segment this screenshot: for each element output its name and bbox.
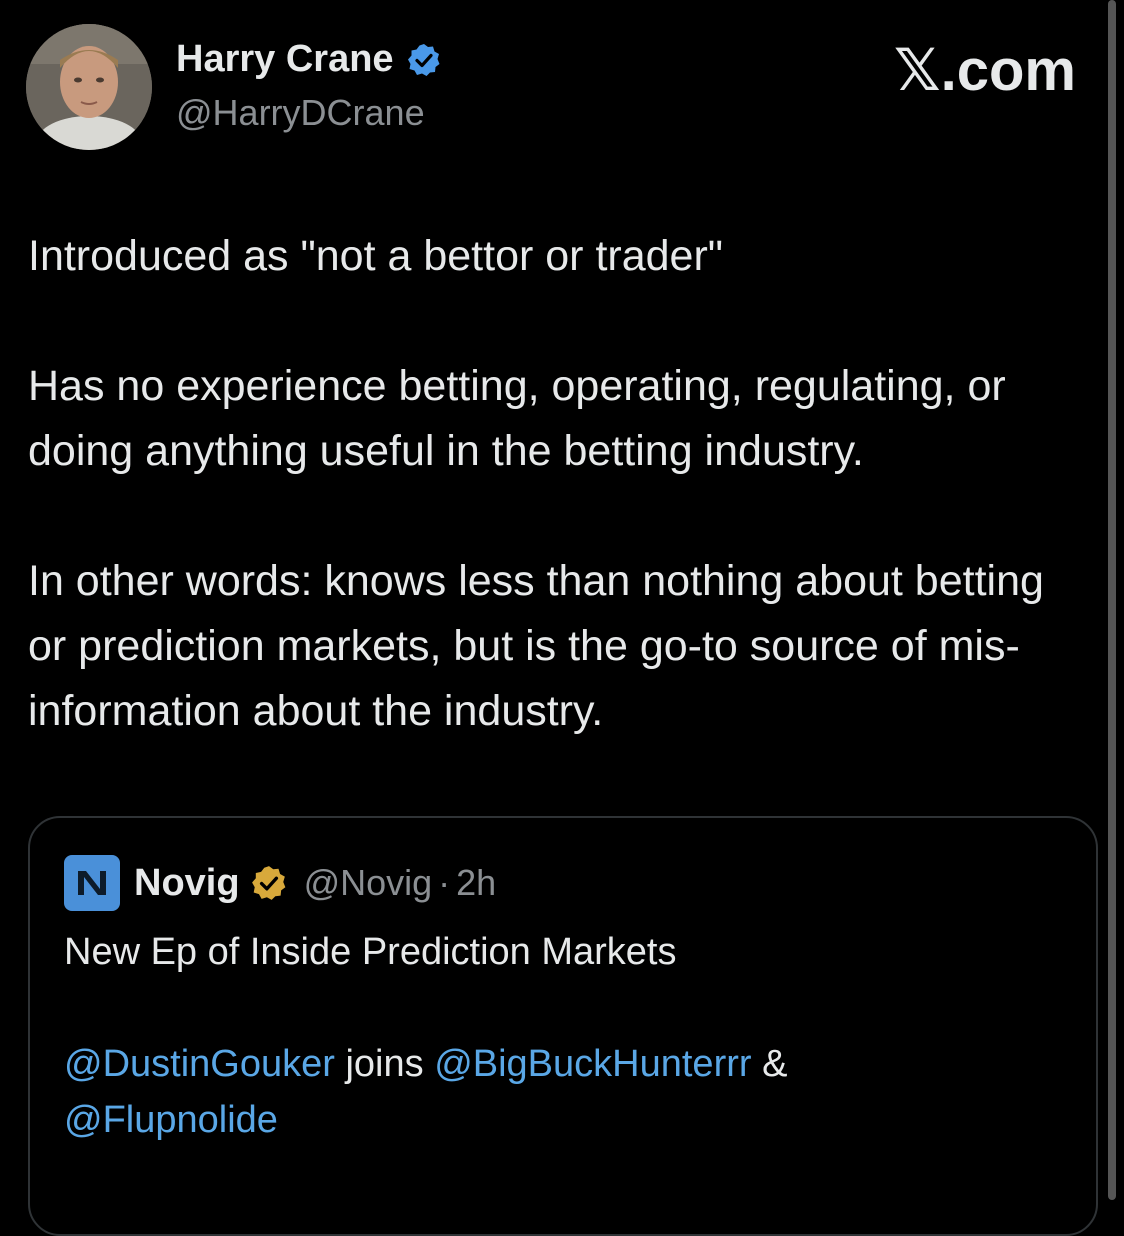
tweet-body: Introduced as "not a bettor or trader" H… [28, 224, 1088, 809]
novig-logo-icon[interactable] [64, 855, 120, 911]
novig-glyph [78, 871, 106, 895]
quoted-tweet-line: New Ep of Inside Prediction Markets [64, 931, 677, 973]
quoted-tweet-time[interactable]: 2h [456, 862, 496, 904]
mention-link[interactable]: @BigBuckHunterrr [434, 1043, 751, 1085]
quoted-tweet-header: Novig @Novig · 2h [64, 855, 496, 911]
gold-verified-badge-icon [251, 866, 285, 900]
quoted-tweet-card[interactable]: Novig @Novig · 2h New Ep of Inside Predi… [28, 816, 1098, 1236]
mention-link[interactable]: @DustinGouker [64, 1043, 335, 1085]
verified-badge-icon [407, 43, 440, 76]
author-name-row: Harry Crane [176, 38, 442, 81]
tweet-paragraph: In other words: knows less than nothing … [28, 557, 1044, 735]
avatar-photo [26, 24, 152, 150]
quoted-tweet-mentions: @DustinGouker joins @BigBuckHunterrr & @F… [64, 1036, 1064, 1148]
quoted-tweet-text: New Ep of Inside Prediction Markets @Dus… [64, 924, 1064, 1204]
x-logo: 𝕏.com [893, 38, 1076, 103]
joins-text: joins [334, 1043, 435, 1085]
quoted-author-name[interactable]: Novig [134, 862, 240, 905]
tweet-paragraph: Has no experience betting, operating, re… [28, 362, 1006, 475]
author-name[interactable]: Harry Crane [176, 38, 394, 81]
ampersand-text: & [751, 1043, 788, 1085]
scrollbar[interactable] [1108, 0, 1116, 1200]
tweet-paragraph: Introduced as "not a bettor or trader" [28, 232, 724, 280]
mention-link[interactable]: @Flupnolide [64, 1099, 278, 1141]
separator-dot: · [438, 862, 451, 903]
quoted-author-handle[interactable]: @Novig [304, 862, 433, 904]
author-avatar[interactable] [26, 24, 152, 150]
author-handle[interactable]: @HarryDCrane [176, 92, 425, 134]
